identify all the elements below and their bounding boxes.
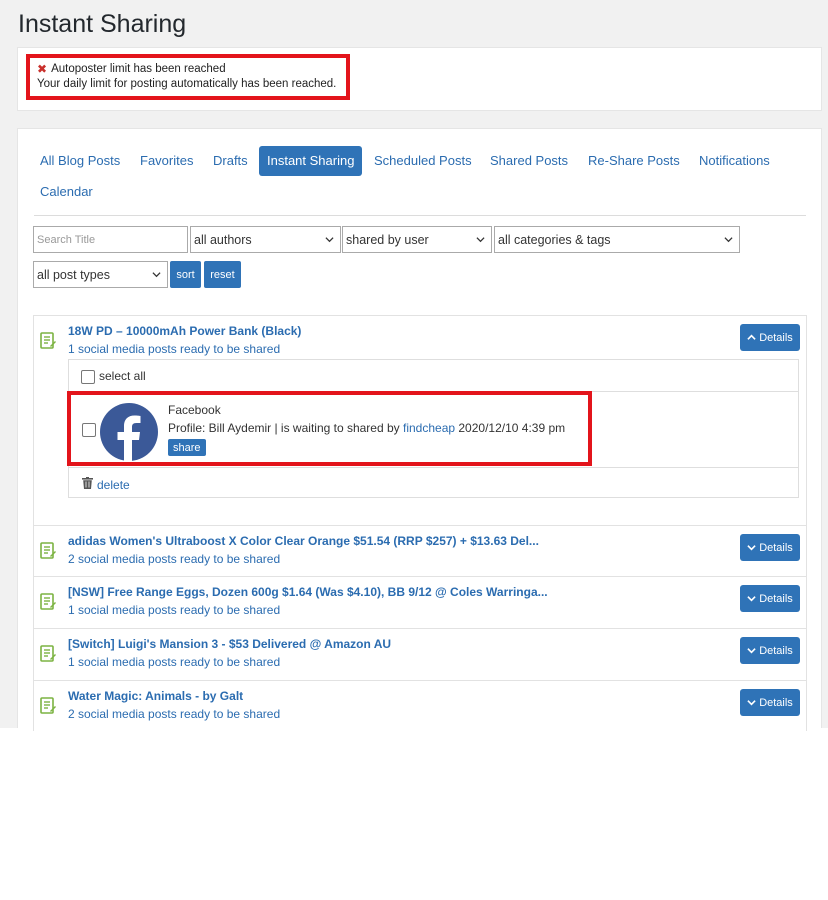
details-label: Details bbox=[759, 644, 793, 657]
delete-link[interactable]: delete bbox=[97, 478, 130, 492]
account-datetime: 2020/12/10 4:39 pm bbox=[455, 421, 566, 435]
chevron-down-icon bbox=[747, 700, 756, 706]
facebook-icon bbox=[100, 403, 158, 461]
post-list: 18W PD – 10000mAh Power Bank (Black) 1 s… bbox=[33, 315, 807, 731]
details-button[interactable]: Details bbox=[740, 534, 800, 561]
post-icon bbox=[40, 593, 56, 610]
post-subtitle: 2 social media posts ready to be shared bbox=[68, 552, 281, 566]
notice-highlight-box: ✖ Autoposter limit has been reached Your… bbox=[26, 54, 350, 100]
chevron-down-icon bbox=[747, 596, 756, 602]
notice-message: Your daily limit for posting automatical… bbox=[37, 78, 337, 90]
post-types-select-value: all post types bbox=[37, 267, 110, 282]
select-all-checkbox[interactable] bbox=[81, 370, 95, 384]
details-button[interactable]: Details bbox=[740, 585, 800, 612]
chevron-down-icon bbox=[747, 648, 756, 654]
tab-calendar[interactable]: Calendar bbox=[40, 183, 93, 201]
tab-instant-sharing[interactable]: Instant Sharing bbox=[259, 146, 363, 176]
details-label: Details bbox=[759, 541, 793, 554]
chevron-down-icon bbox=[325, 237, 334, 243]
account-row: Facebook Profile: Bill Aydemir | is wait… bbox=[67, 391, 592, 466]
chevron-down-icon bbox=[724, 237, 733, 243]
tab-drafts[interactable]: Drafts bbox=[213, 152, 248, 170]
select-all-label: select all bbox=[99, 369, 146, 383]
post-icon bbox=[40, 542, 56, 559]
app-canvas: Instant Sharing ✖ Autoposter limit has b… bbox=[0, 0, 828, 731]
close-x-icon: ✖ bbox=[37, 62, 48, 76]
post-icon bbox=[40, 697, 56, 714]
tab-notifications[interactable]: Notifications bbox=[699, 152, 770, 170]
post-title[interactable]: adidas Women's Ultraboost X Color Clear … bbox=[68, 534, 539, 548]
post-subtitle: 1 social media posts ready to be shared bbox=[68, 342, 281, 356]
select-all-row: select all bbox=[69, 360, 798, 392]
tab-shared-posts[interactable]: Shared Posts bbox=[490, 152, 568, 170]
sort-button[interactable]: sort bbox=[170, 261, 201, 288]
post-subtitle: 1 social media posts ready to be shared bbox=[68, 655, 281, 669]
shared-by-select[interactable]: shared by user bbox=[342, 226, 492, 253]
share-accounts-box: select all Facebook Profile: Bill Aydemi… bbox=[67, 359, 799, 499]
account-profile-line: Profile: Bill Aydemir | is waiting to sh… bbox=[168, 421, 565, 435]
authors-select-value: all authors bbox=[194, 232, 252, 247]
account-profile-text: Profile: Bill Aydemir | is waiting to sh… bbox=[168, 421, 403, 435]
details-button[interactable]: Details bbox=[740, 324, 800, 351]
authors-select[interactable]: all authors bbox=[190, 226, 341, 253]
post-title[interactable]: [Switch] Luigi's Mansion 3 - $53 Deliver… bbox=[68, 637, 391, 651]
shared-by-select-value: shared by user bbox=[346, 232, 429, 247]
reset-button[interactable]: reset bbox=[204, 261, 241, 288]
post-item: adidas Women's Ultraboost X Color Clear … bbox=[34, 526, 806, 577]
categories-select[interactable]: all categories & tags bbox=[494, 226, 740, 253]
account-checkbox[interactable] bbox=[82, 423, 96, 437]
chevron-down-icon bbox=[747, 545, 756, 551]
categories-select-value: all categories & tags bbox=[498, 232, 611, 247]
chevron-up-icon bbox=[747, 334, 756, 340]
main-panel: All Blog Posts Favorites Drafts Instant … bbox=[17, 128, 822, 731]
trash-icon[interactable] bbox=[82, 477, 93, 489]
page-title: Instant Sharing bbox=[18, 10, 187, 38]
post-icon bbox=[40, 645, 56, 662]
tab-favorites[interactable]: Favorites bbox=[140, 152, 193, 170]
chevron-down-icon bbox=[152, 272, 161, 278]
delete-row: delete bbox=[69, 467, 798, 499]
post-subtitle: 2 social media posts ready to be shared bbox=[68, 707, 281, 721]
post-item: Water Magic: Animals - by Galt 2 social … bbox=[34, 681, 806, 731]
post-title[interactable]: 18W PD – 10000mAh Power Bank (Black) bbox=[68, 324, 301, 338]
post-item: [NSW] Free Range Eggs, Dozen 600g $1.64 … bbox=[34, 577, 806, 629]
details-label: Details bbox=[759, 696, 793, 709]
tab-re-share-posts[interactable]: Re-Share Posts bbox=[588, 152, 680, 170]
chevron-down-icon bbox=[476, 237, 485, 243]
shared-by-user-link[interactable]: findcheap bbox=[403, 421, 455, 435]
post-title[interactable]: [NSW] Free Range Eggs, Dozen 600g $1.64 … bbox=[68, 585, 548, 599]
tabs-divider bbox=[34, 215, 806, 216]
post-item: [Switch] Luigi's Mansion 3 - $53 Deliver… bbox=[34, 629, 806, 681]
details-button[interactable]: Details bbox=[740, 689, 800, 716]
post-item: 18W PD – 10000mAh Power Bank (Black) 1 s… bbox=[34, 316, 806, 526]
search-title-input[interactable]: Search Title bbox=[33, 226, 188, 253]
post-types-select[interactable]: all post types bbox=[33, 261, 168, 288]
details-button[interactable]: Details bbox=[740, 637, 800, 664]
post-title[interactable]: Water Magic: Animals - by Galt bbox=[68, 689, 243, 703]
share-button[interactable]: share bbox=[168, 439, 206, 456]
tab-scheduled-posts[interactable]: Scheduled Posts bbox=[374, 152, 472, 170]
post-subtitle: 1 social media posts ready to be shared bbox=[68, 603, 281, 617]
account-network-name: Facebook bbox=[168, 403, 221, 417]
details-label: Details bbox=[759, 331, 793, 344]
notice-title: Autoposter limit has been reached bbox=[51, 63, 226, 75]
limit-notice: ✖ Autoposter limit has been reached Your… bbox=[17, 47, 822, 111]
tab-all-blog-posts[interactable]: All Blog Posts bbox=[40, 152, 120, 170]
details-label: Details bbox=[759, 592, 793, 605]
notice-line-1: ✖ Autoposter limit has been reached bbox=[37, 62, 339, 77]
post-icon bbox=[40, 332, 56, 349]
